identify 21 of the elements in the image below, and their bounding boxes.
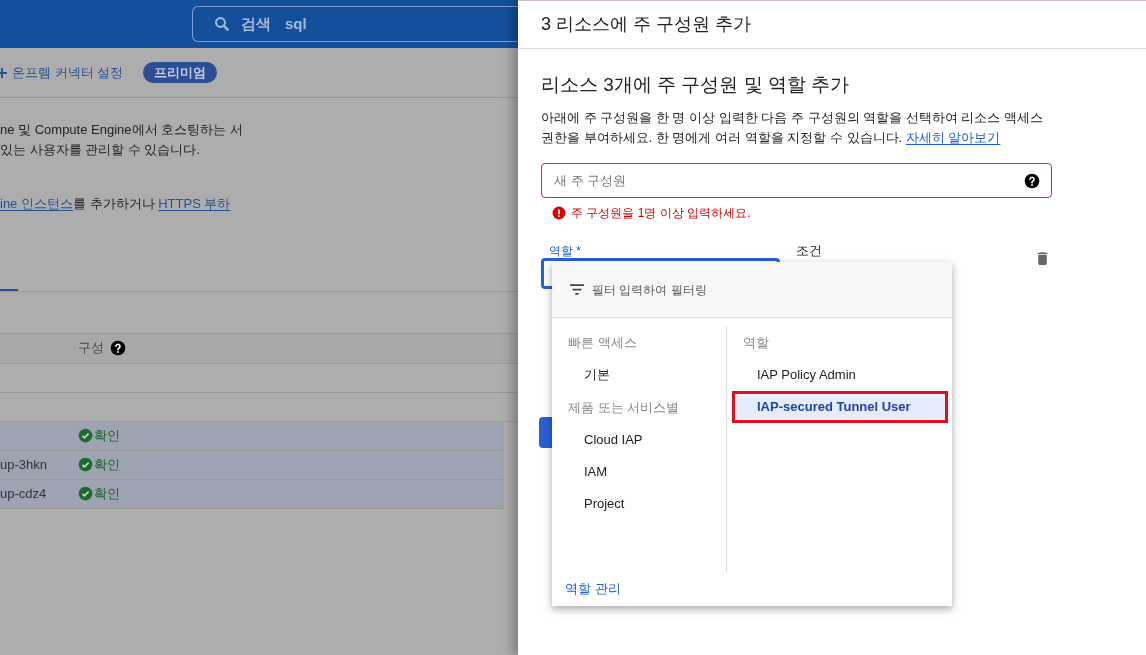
status-text: 확인 [94,426,120,445]
search-label: 검색 [241,13,271,34]
description-text: ne 및 Compute Engine에서 호스팅하는 서 [0,121,244,139]
group-heading: 제품 또는 서비스별 [567,398,681,417]
roles-heading: 역할 [742,333,770,352]
role-field-label: 역할 * [549,243,582,258]
link-text: 를 추가하거나 [72,195,156,213]
section-description: 아래에 주 구성원을 한 명 이상 입력한 다음 주 구성원의 역할을 선택하여 리소스 액세스 권한을 부여하세요. 한 명에게 여러 역할을 지정할 수 있습니다. 자세히 알아보기 [541,108,1044,147]
table-cell: up-3hkn [0,456,47,472]
status-text: 확인 [94,484,120,503]
status-text: 확인 [94,455,120,474]
premium-badge: 프리미엄 [143,61,218,84]
error-message: 주 구성원을 1명 이상 입력하세요. [571,204,751,222]
column-header: 구성 [78,339,104,358]
group-heading: 빠른 액세스 [567,333,638,352]
panel-title: 3 리소스에 주 구성원 추가 [541,13,751,36]
section-heading: 리소스 3개에 주 구성원 및 역할 추가 [541,73,851,97]
description-text: 있는 사용자를 관리할 수 있습니다. [0,141,202,159]
condition-label: 조건 [796,241,822,260]
table-cell: up-cdz4 [0,485,47,501]
search-query: sql [285,13,307,34]
